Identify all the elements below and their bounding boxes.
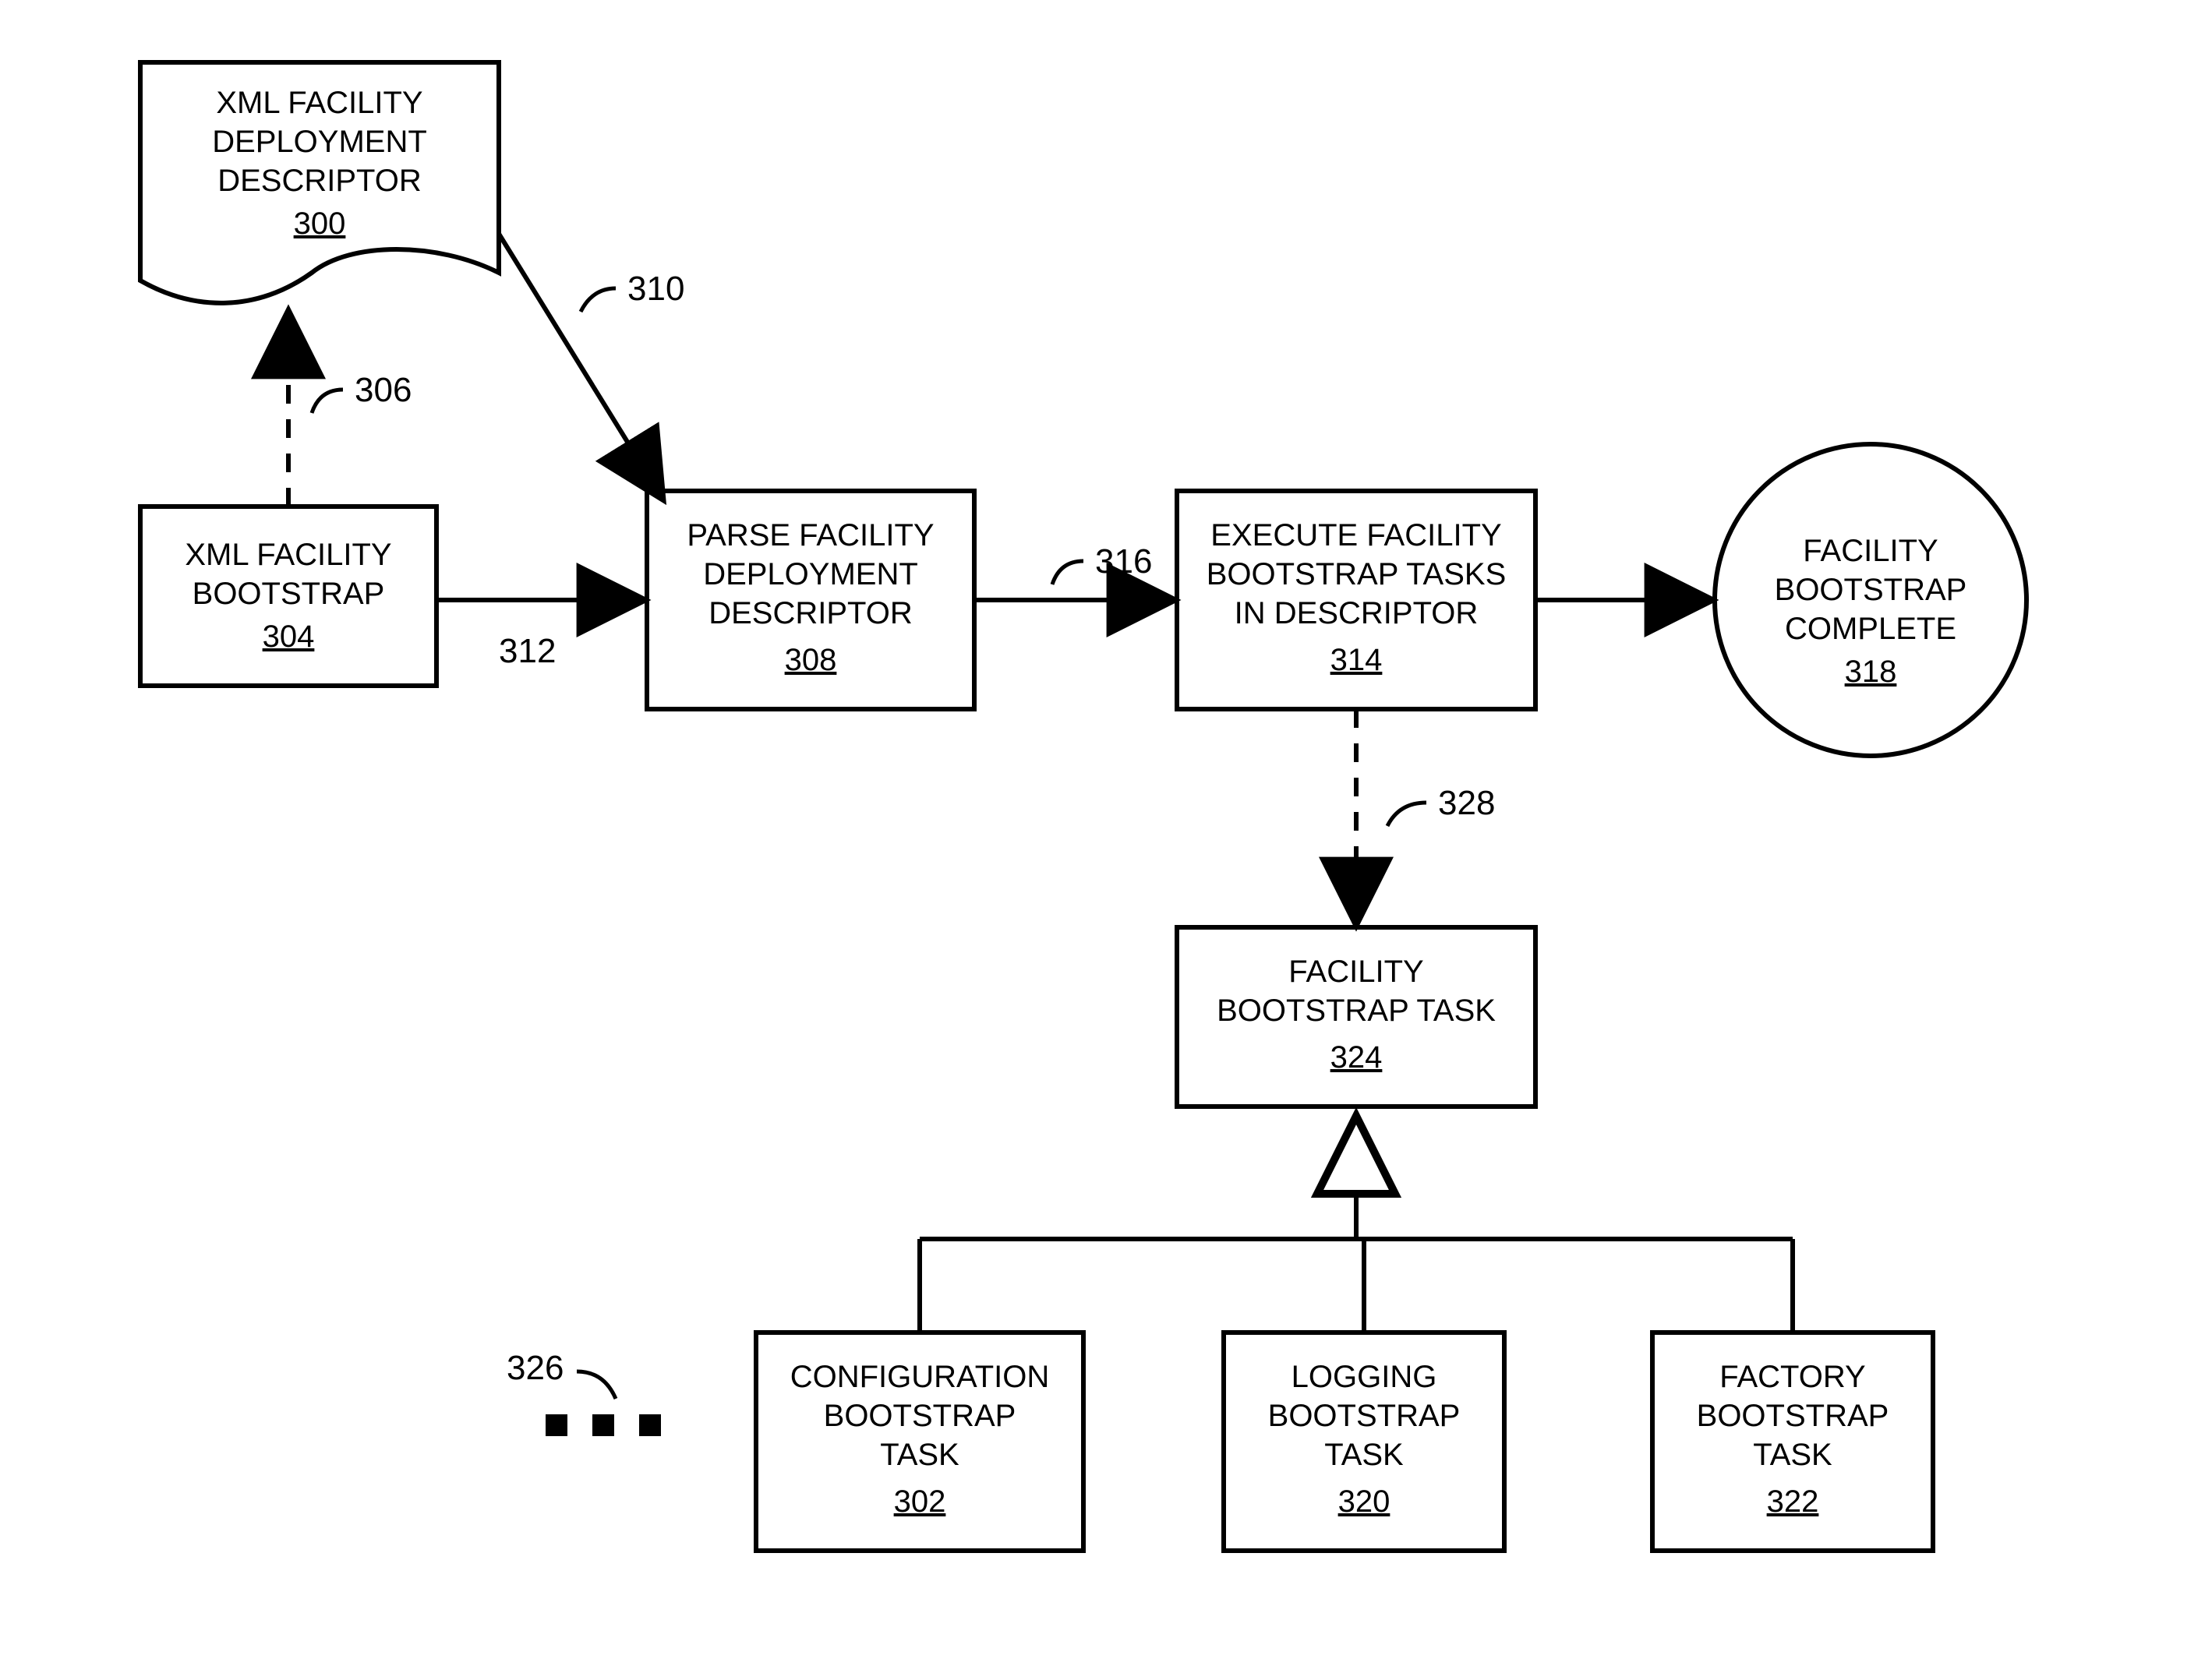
n320-l3: TASK <box>1324 1438 1404 1472</box>
logging-bootstrap-task-box: LOGGING BOOTSTRAP TASK 320 <box>1224 1332 1504 1551</box>
n322-l2: BOOTSTRAP <box>1697 1399 1889 1433</box>
n320-ref: 320 <box>1338 1484 1390 1519</box>
n304-l2: BOOTSTRAP <box>193 577 385 611</box>
n324-l1: FACILITY <box>1288 955 1423 989</box>
hook-306 <box>312 390 343 413</box>
label-316: 316 <box>1095 542 1152 581</box>
ellipsis-326 <box>546 1414 661 1436</box>
n324-l2: BOOTSTRAP TASK <box>1217 994 1496 1028</box>
n308-ref: 308 <box>785 643 837 677</box>
n318-l2: BOOTSTRAP <box>1775 573 1967 607</box>
n308-l2: DEPLOYMENT <box>703 557 918 591</box>
xml-facility-deployment-descriptor-doc: XML FACILITY DEPLOYMENT DESCRIPTOR 300 <box>140 62 499 303</box>
xml-facility-bootstrap-box: XML FACILITY BOOTSTRAP 304 <box>140 507 436 686</box>
n300-l2: DEPLOYMENT <box>212 125 427 159</box>
n320-l1: LOGGING <box>1292 1360 1437 1394</box>
facility-bootstrap-task-box: FACILITY BOOTSTRAP TASK 324 <box>1177 927 1535 1107</box>
n304-l1: XML FACILITY <box>185 538 391 572</box>
n302-ref: 302 <box>894 1484 946 1519</box>
n314-ref: 314 <box>1330 643 1383 677</box>
label-326: 326 <box>507 1349 564 1387</box>
n322-l3: TASK <box>1753 1438 1832 1472</box>
n300-l3: DESCRIPTOR <box>217 164 422 198</box>
facility-bootstrap-complete-circle: FACILITY BOOTSTRAP COMPLETE 318 <box>1715 444 2026 756</box>
label-328: 328 <box>1438 784 1495 822</box>
label-312: 312 <box>499 632 556 670</box>
n322-ref: 322 <box>1767 1484 1819 1519</box>
n318-l3: COMPLETE <box>1785 612 1956 646</box>
n314-l3: IN DESCRIPTOR <box>1235 596 1479 630</box>
configuration-bootstrap-task-box: CONFIGURATION BOOTSTRAP TASK 302 <box>756 1332 1083 1551</box>
n318-l1: FACILITY <box>1803 534 1938 568</box>
execute-facility-bootstrap-tasks-box: EXECUTE FACILITY BOOTSTRAP TASKS IN DESC… <box>1177 491 1535 709</box>
n308-l3: DESCRIPTOR <box>708 596 913 630</box>
hook-328 <box>1387 803 1426 826</box>
n302-l3: TASK <box>880 1438 959 1472</box>
n302-l2: BOOTSTRAP <box>824 1399 1016 1433</box>
n308-l1: PARSE FACILITY <box>687 518 934 552</box>
hook-326 <box>577 1371 616 1399</box>
n324-ref: 324 <box>1330 1040 1383 1075</box>
factory-bootstrap-task-box: FACTORY BOOTSTRAP TASK 322 <box>1652 1332 1933 1551</box>
n314-l2: BOOTSTRAP TASKS <box>1207 557 1507 591</box>
label-310: 310 <box>627 270 684 308</box>
n302-l1: CONFIGURATION <box>790 1360 1050 1394</box>
n322-l1: FACTORY <box>1719 1360 1865 1394</box>
n314-l1: EXECUTE FACILITY <box>1210 518 1501 552</box>
n320-l2: BOOTSTRAP <box>1268 1399 1461 1433</box>
label-306: 306 <box>355 371 412 409</box>
n300-ref: 300 <box>294 206 346 241</box>
n304-ref: 304 <box>263 619 315 654</box>
n300-l1: XML FACILITY <box>216 86 422 120</box>
parse-facility-deployment-descriptor-box: PARSE FACILITY DEPLOYMENT DESCRIPTOR 308 <box>647 491 974 709</box>
hook-310 <box>581 288 616 312</box>
n318-ref: 318 <box>1845 655 1897 689</box>
hook-316 <box>1052 561 1083 584</box>
